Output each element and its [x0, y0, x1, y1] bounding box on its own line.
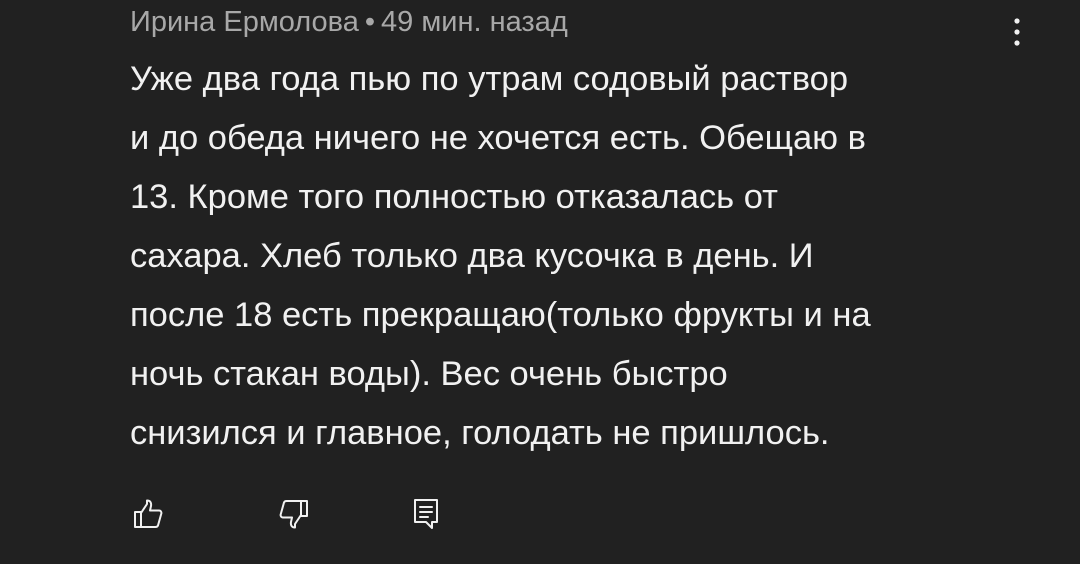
reply-comment-icon — [414, 499, 438, 529]
comment-meta: Ирина Ермолова • 49 мин. назад — [130, 4, 568, 40]
thumbs-up-icon — [134, 499, 163, 528]
reply-button[interactable] — [406, 494, 446, 534]
comment-text-line: снизился и главное, голодать не пришлось… — [130, 414, 830, 452]
more-vertical-icon — [1014, 18, 1020, 46]
comment-text-line: 13. Кроме того полностью отказалась от — [130, 178, 778, 216]
meta-separator: • — [364, 6, 376, 38]
comment-timestamp[interactable]: 49 мин. назад — [381, 6, 568, 38]
comment-text-line: после 18 есть прекращаю(только фрукты и … — [130, 296, 871, 334]
author-name[interactable]: Ирина Ермолова — [130, 6, 359, 38]
comment-text-line: и до обеда ничего не хочется есть. Обеща… — [130, 119, 866, 157]
dislike-button[interactable] — [274, 494, 314, 534]
comment-text-line: ночь стакан воды). Вес очень быстро — [130, 355, 728, 393]
comment-text: Уже два года пью по утрам содовый раство… — [130, 50, 1010, 463]
like-button[interactable] — [128, 494, 168, 534]
comment-menu-button[interactable] — [1000, 12, 1034, 52]
comment-text-line: сахара. Хлеб только два кусочка в день. … — [130, 237, 814, 275]
comment-text-line: Уже два года пью по утрам содовый раство… — [130, 60, 849, 98]
thumbs-down-icon — [279, 500, 308, 529]
